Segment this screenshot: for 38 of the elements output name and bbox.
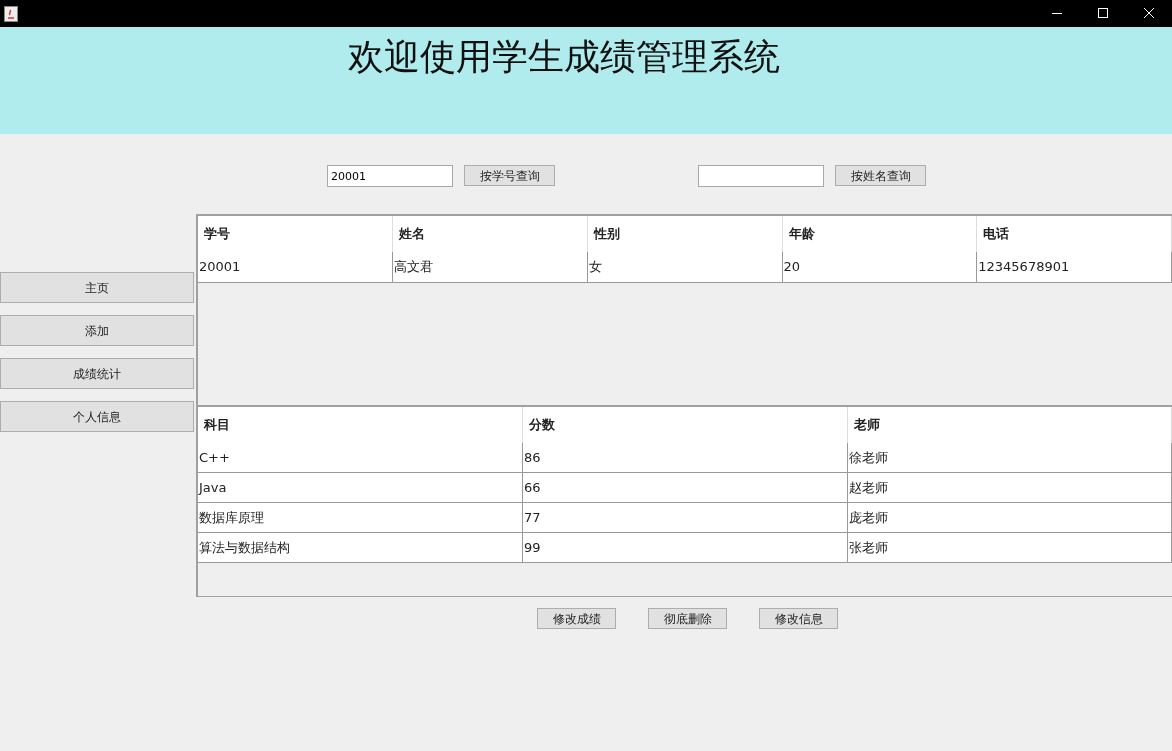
sidebar-button[interactable]: 主页 [0, 272, 194, 303]
table-cell: 77 [522, 502, 847, 533]
table-cell: 86 [522, 442, 847, 473]
action-button[interactable]: 修改成绩 [537, 608, 616, 629]
sidebar-button[interactable]: 成绩统计 [0, 358, 194, 389]
table-cell: 66 [522, 472, 847, 503]
app-icon [4, 5, 18, 22]
column-header: 分数 [522, 406, 847, 443]
column-header: 学号 [198, 216, 393, 252]
table-cell: 99 [522, 532, 847, 563]
table-cell: 12345678901 [976, 252, 1172, 282]
table-cell: Java [198, 472, 523, 503]
table-cell: 徐老师 [847, 442, 1172, 473]
column-header: 姓名 [392, 216, 588, 252]
column-header: 科目 [198, 406, 523, 443]
sidebar-button[interactable]: 添加 [0, 315, 194, 346]
column-header: 年龄 [782, 216, 977, 252]
search-button[interactable]: 按姓名查询 [835, 165, 926, 186]
table-cell: 赵老师 [847, 472, 1172, 503]
table-cell: 数据库原理 [198, 502, 523, 533]
table-cell: C++ [198, 442, 523, 473]
action-button[interactable]: 修改信息 [759, 608, 838, 629]
action-button[interactable]: 彻底删除 [648, 608, 727, 629]
search-button[interactable]: 按学号查询 [464, 165, 555, 186]
table-cell: 高文君 [392, 252, 588, 282]
table-cell: 女 [587, 252, 783, 282]
table-cell: 20 [782, 252, 977, 282]
sidebar-button[interactable]: 个人信息 [0, 401, 194, 432]
header-title: 欢迎使用学生成绩管理系统 [348, 35, 780, 75]
column-header: 老师 [847, 406, 1172, 443]
table-cell: 算法与数据结构 [198, 532, 523, 563]
table-cell: 20001 [198, 252, 393, 282]
column-header: 性别 [587, 216, 783, 252]
table-cell: 庞老师 [847, 502, 1172, 533]
search-field[interactable]: 20001 [327, 165, 453, 187]
table-cell: 张老师 [847, 532, 1172, 563]
column-header: 电话 [976, 216, 1172, 252]
search-field[interactable] [698, 165, 824, 187]
